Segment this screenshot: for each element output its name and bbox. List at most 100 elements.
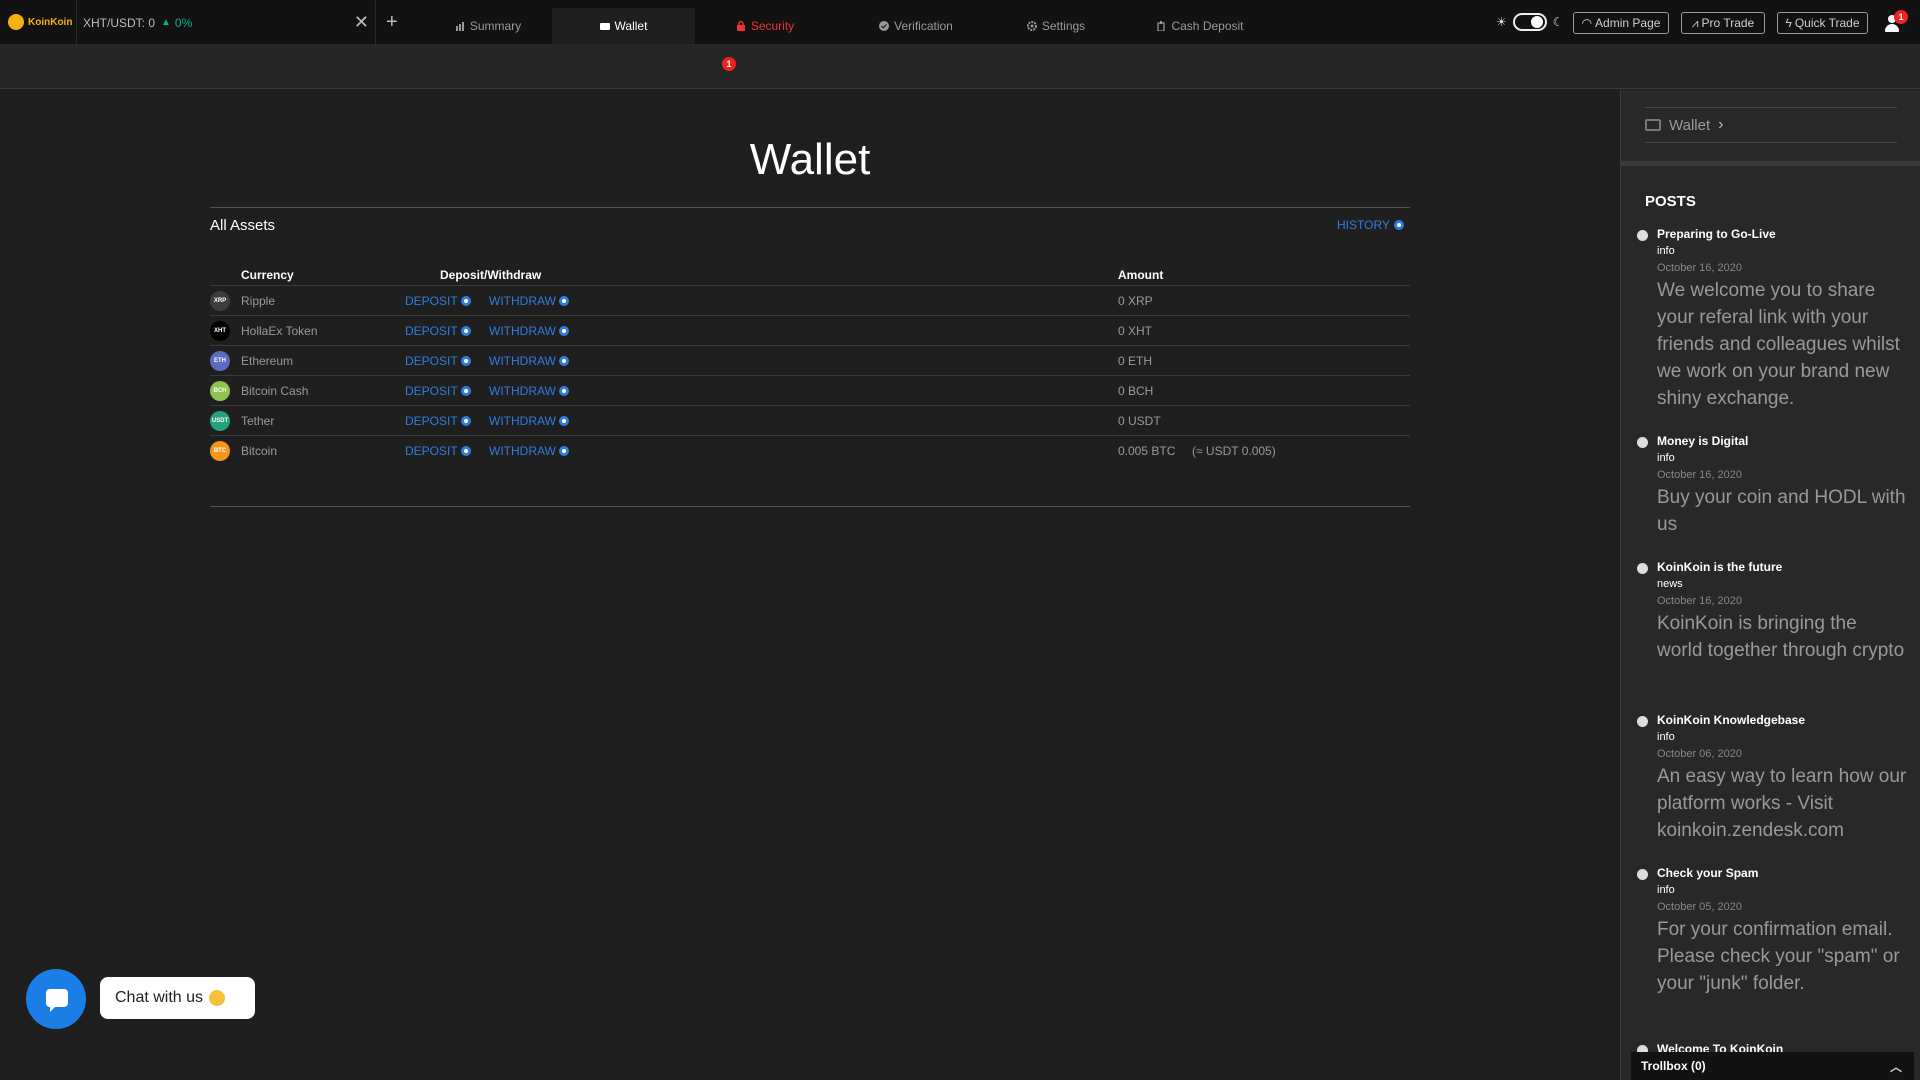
post-body: An easy way to learn how our platform wo…: [1657, 766, 1907, 841]
minus-circle-icon: [558, 446, 569, 456]
currency-name: Ripple: [241, 294, 276, 308]
right-sidebar: Wallet › POSTS Preparing to Go-Live info O…: [1620, 90, 1920, 1080]
deposit-link[interactable]: DEPOSIT: [405, 354, 471, 368]
pro-trade-button[interactable]: ⩘ Pro Trade: [1681, 12, 1765, 34]
minus-circle-icon: [558, 296, 569, 306]
deposit-link[interactable]: DEPOSIT: [405, 414, 471, 428]
admin-page-button[interactable]: ◠ Admin Page: [1573, 12, 1669, 34]
withdraw-link[interactable]: WITHDRAW: [489, 294, 569, 308]
withdraw-label: WITHDRAW: [489, 354, 556, 368]
pair-change: 0%: [174, 15, 193, 30]
deposit-label: DEPOSIT: [405, 384, 458, 398]
theme-toggle[interactable]: ☀ ☾: [1496, 13, 1564, 31]
amount-value: 0 XHT: [1118, 324, 1153, 338]
table-row: BTC Bitcoin DEPOSIT WITHDRAW 0.005 BTC (≈ USD…: [210, 435, 1410, 465]
minus-circle-icon: [558, 386, 569, 396]
post-category: info: [1657, 452, 1675, 464]
moon-icon: ☾: [1552, 15, 1564, 29]
deposit-link[interactable]: DEPOSIT: [405, 324, 471, 338]
minus-circle-icon: [558, 416, 569, 426]
post-title: Preparing to Go-Live: [1657, 227, 1776, 241]
currency-name: Ethereum: [241, 354, 294, 368]
post-date: October 05, 2020: [1657, 901, 1743, 913]
theme-switch[interactable]: [1512, 13, 1547, 31]
withdraw-label: WITHDRAW: [489, 444, 556, 458]
wallet-icon: [1645, 119, 1661, 131]
tab-cash-deposit-label: Cash Deposit: [1171, 19, 1244, 33]
withdraw-link[interactable]: WITHDRAW: [489, 444, 569, 458]
deposit-link[interactable]: DEPOSIT: [405, 294, 471, 308]
assets-heading: All Assets: [210, 217, 276, 234]
amount-value: 0 ETH: [1118, 354, 1153, 368]
lightning-icon: ϟ: [1785, 16, 1792, 30]
history-link[interactable]: HISTORY: [1337, 218, 1404, 232]
quick-trade-button[interactable]: ϟ Quick Trade: [1777, 12, 1868, 34]
table-row: XHT HollaEx Token DEPOSIT WITHDRAW 0 XHT: [210, 315, 1410, 345]
plus-circle-icon: [460, 356, 471, 366]
coin-icon: ETH: [210, 351, 230, 371]
tab-security[interactable]: Security: [725, 8, 805, 44]
coin-icon: XHT: [210, 321, 230, 341]
post-category: info: [1657, 245, 1675, 257]
brand-logo[interactable]: KoinKoin: [8, 14, 72, 30]
post-date: October 16, 2020: [1657, 595, 1743, 607]
trollbox-bar[interactable]: Trollbox (0) ︿: [1631, 1052, 1914, 1080]
post-title: KoinKoin Knowledgebase: [1657, 713, 1806, 727]
minus-circle-icon: [558, 326, 569, 336]
tab-verification[interactable]: Verification: [866, 8, 966, 44]
deposit-label: DEPOSIT: [405, 294, 458, 308]
arrow-up-icon: ▲: [161, 17, 171, 28]
post-category: info: [1657, 884, 1675, 896]
close-tab-icon[interactable]: ✕: [354, 13, 369, 31]
post-bullet-icon: [1637, 437, 1648, 448]
deposit-link[interactable]: DEPOSIT: [405, 444, 471, 458]
add-tab-icon[interactable]: +: [386, 12, 398, 32]
table-row: ETH Ethereum DEPOSIT WITHDRAW 0 ETH: [210, 345, 1410, 375]
deposit-link[interactable]: DEPOSIT: [405, 384, 471, 398]
chat-bubble-icon: [46, 989, 68, 1012]
post-bullet-icon: [1637, 716, 1648, 727]
page-title: Wallet: [749, 135, 871, 184]
trollbox-label: Trollbox (0): [1641, 1059, 1706, 1073]
currency-name: HollaEx Token: [241, 324, 318, 338]
plus-circle-icon: [460, 386, 471, 396]
amount-value: 0 BCH: [1118, 384, 1154, 398]
post-body: Buy your coin and HODL with us: [1657, 487, 1906, 535]
chart-icon: ⩘: [1691, 15, 1699, 30]
chevron-up-icon[interactable]: ︿: [1890, 1058, 1902, 1075]
pair-price: XHT/USDT: 0: [83, 15, 156, 30]
deposit-label: DEPOSIT: [405, 414, 458, 428]
tab-cash-deposit[interactable]: Cash Deposit: [1150, 8, 1250, 44]
wallet-main: Wallet All Assets HISTORY Currency Depos…: [0, 90, 1620, 1080]
tab-settings[interactable]: Settings: [1016, 8, 1096, 44]
post-body: For your confirmation email. Please chec…: [1657, 919, 1900, 994]
check-circle-icon: [879, 21, 890, 31]
currency-name: Tether: [241, 414, 275, 428]
withdraw-link[interactable]: WITHDRAW: [489, 414, 569, 428]
withdraw-link[interactable]: WITHDRAW: [489, 324, 569, 338]
tab-summary[interactable]: Summary: [438, 8, 538, 44]
tab-summary-label: Summary: [469, 19, 522, 33]
withdraw-label: WITHDRAW: [489, 324, 556, 338]
account-nav: [0, 45, 1920, 89]
coin-icon: USDT: [210, 411, 230, 431]
post-body: We welcome you to share your referal lin…: [1657, 280, 1900, 409]
post-date: October 16, 2020: [1657, 262, 1743, 274]
chevron-right-icon: ›: [1718, 116, 1724, 133]
table-row: USDT Tether DEPOSIT WITHDRAW 0 USDT: [210, 405, 1410, 435]
security-alert-badge: 1: [722, 57, 736, 71]
wallet-icon: [599, 23, 610, 30]
post-category: news: [1657, 578, 1683, 590]
sidebar-wallet-link[interactable]: Wallet ›: [1645, 107, 1897, 143]
sidebar-divider: [1621, 161, 1920, 166]
minus-circle-icon: [558, 356, 569, 366]
withdraw-link[interactable]: WITHDRAW: [489, 354, 569, 368]
chat-launcher-button[interactable]: [26, 969, 86, 1029]
tab-wallet[interactable]: Wallet: [552, 8, 695, 44]
chat-prompt[interactable]: Chat with us: [100, 977, 255, 1019]
withdraw-link[interactable]: WITHDRAW: [489, 384, 569, 398]
sun-icon: ☀: [1496, 15, 1507, 29]
bank-icon: [1157, 21, 1166, 31]
coin-icon: BTC: [210, 441, 230, 461]
pair-tab[interactable]: XHT/USDT: 0 ▲ 0% ✕: [76, 0, 376, 45]
